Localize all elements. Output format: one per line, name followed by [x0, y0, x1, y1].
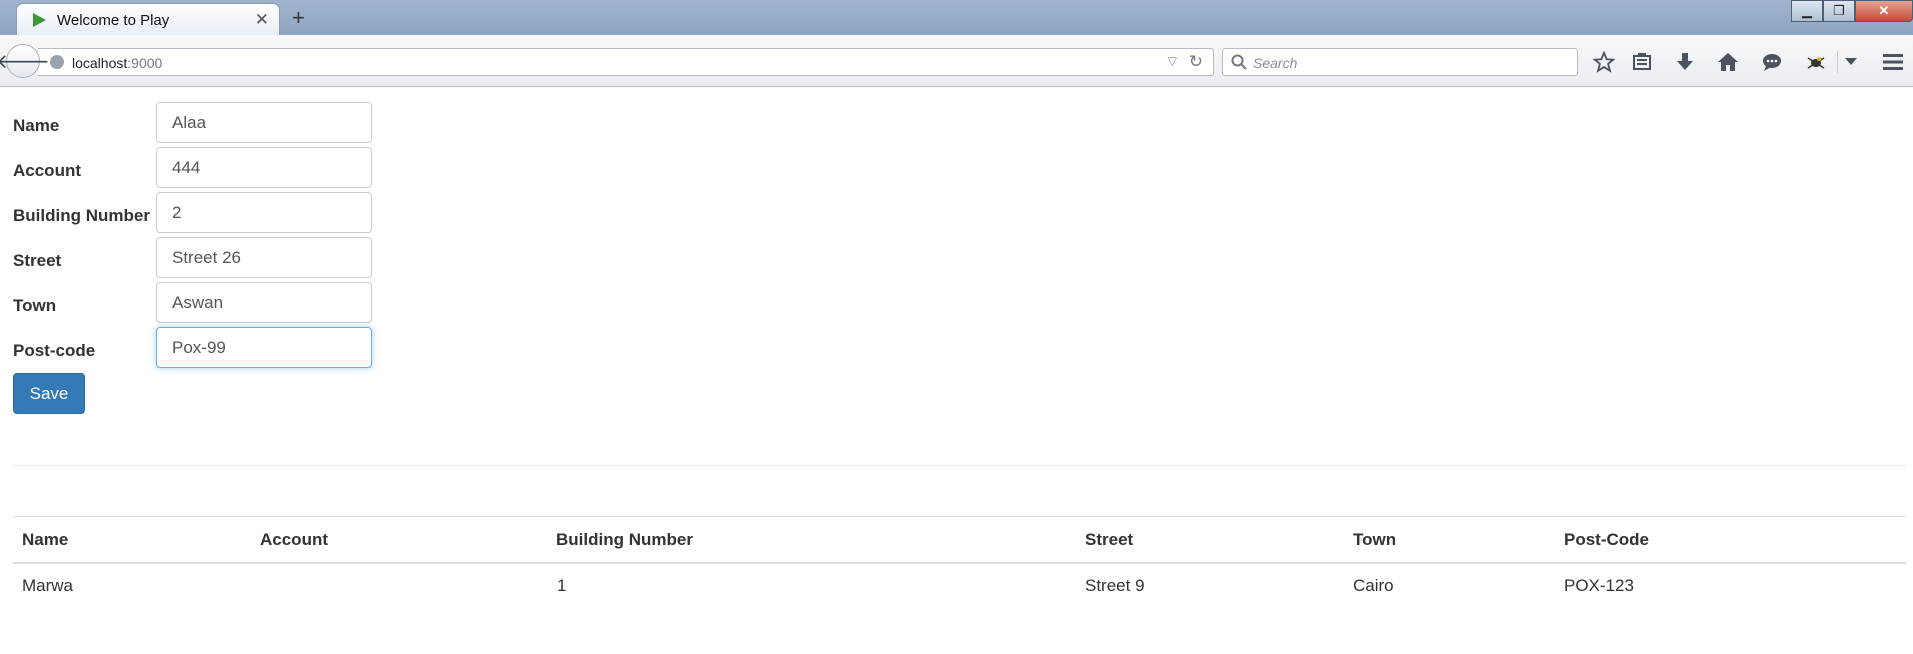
reload-icon[interactable]: ↻	[1189, 52, 1203, 72]
extension-icon[interactable]	[1802, 48, 1830, 76]
globe-icon	[50, 55, 64, 69]
column-header-building-number: Building Number	[556, 530, 693, 549]
navigation-toolbar: localhost:9000 ▽ ↻ 🡐 Search	[0, 35, 1913, 87]
table-top-border	[13, 516, 1906, 517]
column-header-post-code: Post-Code	[1564, 530, 1649, 549]
cell-building-number: 1	[557, 576, 567, 595]
tab-welcome-to-play[interactable]: Welcome to Play ✕	[16, 3, 280, 36]
chat-icon[interactable]	[1758, 48, 1786, 76]
back-button[interactable]: 🡐	[0, 44, 50, 78]
building-number-label: Building Number	[13, 206, 150, 225]
bookmark-star-icon[interactable]	[1590, 48, 1618, 76]
new-tab-icon[interactable]: +	[292, 5, 305, 31]
column-header-account: Account	[260, 530, 328, 549]
post-code-label: Post-code	[13, 341, 96, 360]
url-bar[interactable]: localhost:9000 ▽ ↻	[38, 48, 1214, 76]
url-text: localhost:9000	[72, 55, 162, 71]
minimize-icon[interactable]: ▁	[1791, 0, 1823, 22]
reading-list-icon[interactable]	[1628, 48, 1656, 76]
section-divider	[13, 465, 1906, 466]
street-field[interactable]	[156, 237, 372, 278]
name-label: Name	[13, 116, 60, 135]
tab-title: Welcome to Play	[57, 12, 170, 29]
column-header-street: Street	[1085, 530, 1134, 549]
cell-name: Marwa	[22, 576, 74, 595]
street-label: Street	[13, 251, 62, 270]
home-icon[interactable]	[1714, 48, 1742, 76]
account-label: Account	[13, 161, 81, 180]
post-code-field[interactable]	[156, 327, 372, 368]
overflow-dropdown-icon[interactable]	[1837, 48, 1865, 76]
search-bar[interactable]: Search	[1222, 48, 1578, 76]
cell-town: Cairo	[1353, 576, 1394, 595]
table-header-border	[13, 562, 1906, 564]
column-header-town: Town	[1353, 530, 1397, 549]
play-favicon-icon	[31, 12, 47, 33]
restore-icon[interactable]: ❐	[1823, 0, 1855, 22]
search-icon	[1231, 54, 1247, 75]
column-header-name: Name	[22, 530, 69, 549]
town-field[interactable]	[156, 282, 372, 323]
cell-post-code: POX-123	[1564, 576, 1634, 595]
save-button[interactable]: Save	[13, 373, 85, 414]
account-field[interactable]	[156, 147, 372, 188]
cell-street: Street 9	[1085, 576, 1145, 595]
tab-close-icon[interactable]: ✕	[255, 10, 269, 30]
url-host: localhost	[72, 55, 128, 71]
search-placeholder: Search	[1253, 55, 1298, 71]
window-close-icon[interactable]: ✕	[1855, 0, 1913, 22]
town-label: Town	[13, 296, 57, 315]
building-number-field[interactable]	[156, 192, 372, 233]
window-controls: ▁ ❐ ✕	[1791, 0, 1913, 23]
downloads-icon[interactable]	[1671, 48, 1699, 76]
back-arrow-icon: 🡐	[0, 50, 50, 73]
name-field[interactable]	[156, 102, 372, 143]
history-dropdown-icon[interactable]: ▽	[1168, 54, 1177, 68]
hamburger-menu-icon[interactable]	[1879, 48, 1907, 76]
tab-strip: Welcome to Play ✕ + ▁ ❐ ✕	[0, 0, 1913, 36]
url-port: :9000	[127, 55, 163, 71]
